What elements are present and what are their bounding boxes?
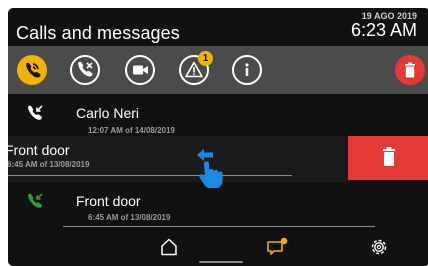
divider	[8, 175, 292, 176]
all-calls-filter-button[interactable]	[17, 55, 47, 85]
caller-name: Front door	[76, 193, 141, 209]
swipe-delete-button[interactable]	[348, 136, 428, 180]
missed-calls-filter-button[interactable]	[70, 55, 100, 85]
video-messages-filter-button[interactable]	[125, 55, 155, 85]
swipe-left-hand-icon	[197, 149, 223, 188]
page-title: Calls and messages	[16, 23, 180, 43]
delete-all-button[interactable]	[395, 55, 425, 85]
call-timestamp: 12:07 AM of 14/08/2019	[88, 126, 175, 135]
home-icon	[161, 238, 177, 256]
messages-nav-button[interactable]	[264, 234, 290, 260]
settings-gear-icon	[371, 239, 387, 255]
incoming-call-icon	[28, 193, 43, 208]
phone-calls-icon	[26, 62, 41, 78]
home-indicator	[199, 261, 243, 263]
info-filter-button[interactable]	[232, 55, 262, 85]
alert-count-badge: 1	[198, 51, 213, 66]
incoming-call-icon	[28, 105, 43, 120]
messages-icon	[267, 237, 288, 255]
device-screen: Calls and messages 19 AGO 2019 6:23 AM 1…	[8, 8, 428, 266]
filter-toolbar: 1	[8, 46, 428, 94]
trash-icon	[405, 62, 415, 78]
caller-name: Front door	[8, 142, 70, 158]
missed-call-icon	[78, 61, 93, 77]
call-list-item[interactable]: Front door 6:45 AM of 13/08/2019	[8, 184, 428, 230]
home-button[interactable]	[156, 234, 182, 260]
call-timestamp: 6:45 AM of 13/08/2019	[8, 160, 90, 169]
divider	[63, 226, 375, 227]
settings-button[interactable]	[366, 234, 392, 260]
caller-name: Carlo Neri	[76, 105, 140, 121]
video-icon	[133, 65, 148, 75]
call-timestamp: 6:45 AM of 13/08/2019	[88, 213, 171, 222]
header: Calls and messages 19 AGO 2019 6:23 AM	[8, 8, 428, 46]
header-time: 6:23 AM	[350, 20, 417, 40]
trash-icon	[383, 147, 395, 166]
info-icon	[245, 63, 249, 76]
